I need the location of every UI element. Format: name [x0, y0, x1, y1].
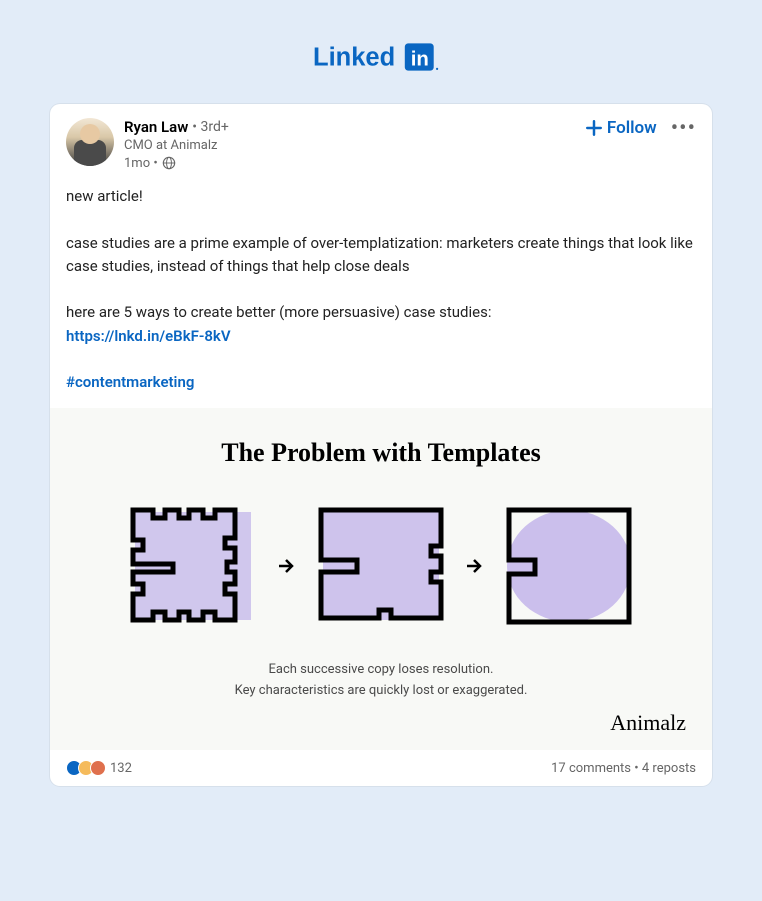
arrow-icon — [465, 556, 485, 576]
image-caption: Each successive copy loses resolution. K… — [70, 660, 692, 702]
reposts-count[interactable]: 4 reposts — [642, 761, 696, 776]
arrow-icon — [277, 556, 297, 576]
hashtag[interactable]: #contentmarketing — [66, 373, 194, 391]
linkedin-logo: Linked in — [50, 40, 712, 74]
follow-button[interactable]: Follow — [585, 118, 657, 138]
image-title: The Problem with Templates — [70, 438, 692, 468]
post-link[interactable]: https://lnkd.in/eBkF-8kV — [66, 327, 231, 345]
template-shape-simple — [499, 496, 639, 636]
engagement-stats: 17 comments • 4 reposts — [551, 761, 696, 776]
connection-degree: • 3rd+ — [192, 119, 229, 136]
post-text-line: new article! — [66, 185, 696, 208]
author-name[interactable]: Ryan Law — [124, 118, 188, 136]
plus-icon — [585, 119, 603, 137]
post-text-line: here are 5 ways to create better (more p… — [66, 301, 696, 348]
template-shape-complex — [123, 496, 263, 636]
reactions[interactable]: 132 — [66, 760, 132, 776]
reaction-count[interactable]: 132 — [110, 761, 132, 776]
shapes-row — [70, 496, 692, 636]
post-card: Ryan Law • 3rd+ CMO at Animalz 1mo • Fol… — [50, 104, 712, 786]
image-brand: Animalz — [70, 710, 692, 736]
post-body: new article! case studies are a prime ex… — [50, 179, 712, 408]
svg-text:Linked: Linked — [313, 44, 395, 72]
love-icon — [90, 760, 106, 776]
more-button[interactable]: ••• — [671, 123, 696, 134]
reaction-icons — [66, 760, 106, 776]
svg-text:in: in — [411, 49, 429, 71]
template-shape-medium — [311, 496, 451, 636]
post-image[interactable]: The Problem with Templates — [50, 408, 712, 750]
author-meta: Ryan Law • 3rd+ CMO at Animalz 1mo • — [124, 118, 585, 171]
author-title: CMO at Animalz — [124, 138, 585, 154]
post-text-line: case studies are a prime example of over… — [66, 232, 696, 279]
comments-count[interactable]: 17 comments — [551, 761, 631, 776]
post-time: 1mo • — [124, 156, 585, 172]
avatar[interactable] — [66, 118, 114, 166]
post-footer: 132 17 comments • 4 reposts — [50, 750, 712, 786]
post-header: Ryan Law • 3rd+ CMO at Animalz 1mo • Fol… — [50, 104, 712, 179]
globe-icon — [162, 156, 176, 170]
